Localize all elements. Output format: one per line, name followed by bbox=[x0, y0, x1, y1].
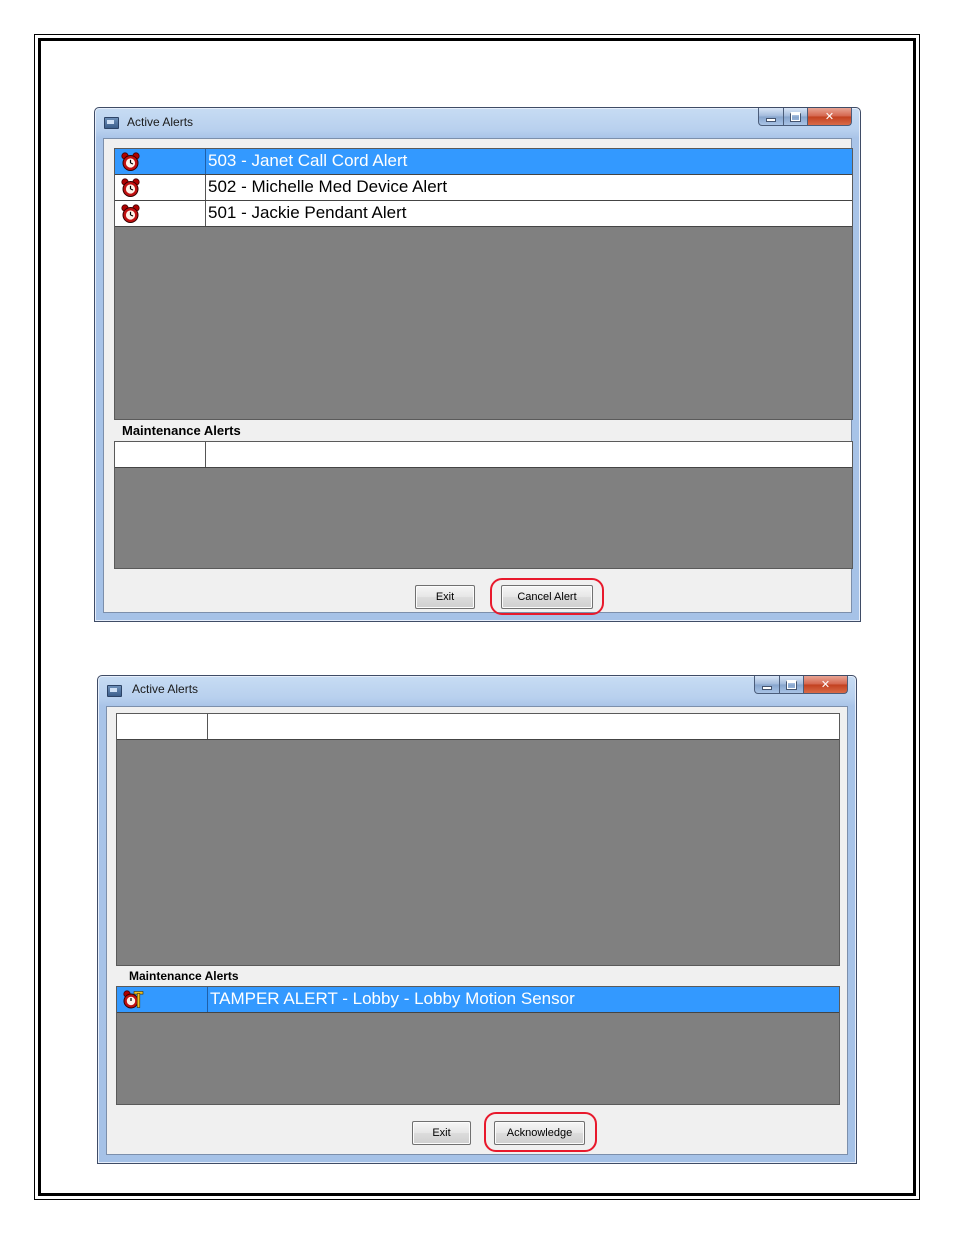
minimize-icon bbox=[766, 117, 776, 122]
maintenance-alerts-list[interactable] bbox=[114, 441, 853, 569]
maximize-icon bbox=[786, 679, 797, 690]
tamper-alarm-icon bbox=[123, 990, 144, 1009]
maintenance-alert-label: TAMPER ALERT - Lobby - Lobby Motion Sens… bbox=[210, 989, 575, 1008]
empty-list-row[interactable] bbox=[117, 714, 839, 740]
minimize-button[interactable] bbox=[754, 676, 780, 694]
active-alerts-window: Active Alerts ✕ Maintenance Alerts TAMPE… bbox=[97, 675, 857, 1164]
list-item[interactable]: 502 - Michelle Med Device Alert bbox=[115, 175, 852, 201]
active-alerts-list[interactable]: 503 - Janet Call Cord Alert 502 - Michel… bbox=[114, 148, 853, 420]
window-title: Active Alerts bbox=[127, 115, 194, 129]
window-title: Active Alerts bbox=[132, 682, 199, 696]
maintenance-alerts-label: Maintenance Alerts bbox=[122, 423, 241, 438]
close-icon: ✕ bbox=[820, 679, 831, 691]
app-icon bbox=[107, 685, 122, 697]
list-item[interactable]: 501 - Jackie Pendant Alert bbox=[115, 201, 852, 227]
icon-cell bbox=[117, 987, 208, 1012]
exit-button[interactable]: Exit bbox=[412, 1121, 471, 1145]
title-bar[interactable]: Active Alerts ✕ bbox=[95, 108, 860, 138]
active-alerts-list[interactable] bbox=[116, 713, 840, 966]
alarm-clock-icon bbox=[121, 178, 140, 197]
empty-label-cell bbox=[206, 442, 852, 467]
icon-cell bbox=[115, 201, 206, 226]
list-item[interactable]: TAMPER ALERT - Lobby - Lobby Motion Sens… bbox=[117, 987, 839, 1013]
close-button[interactable]: ✕ bbox=[804, 676, 848, 694]
close-icon: ✕ bbox=[824, 111, 835, 123]
window-client-area: 503 - Janet Call Cord Alert 502 - Michel… bbox=[103, 138, 853, 615]
app-icon bbox=[104, 117, 119, 129]
window-client-area: Maintenance Alerts TAMPER ALERT - Lobby … bbox=[106, 706, 848, 1155]
icon-cell bbox=[115, 442, 206, 467]
active-alerts-window: Active Alerts ✕ 503 - Janet Call Cord Al… bbox=[94, 107, 861, 622]
highlight-circle bbox=[490, 578, 604, 615]
maintenance-alerts-label: Maintenance Alerts bbox=[129, 969, 239, 983]
close-button[interactable]: ✕ bbox=[808, 108, 852, 126]
icon-cell bbox=[117, 714, 208, 739]
alert-label: 502 - Michelle Med Device Alert bbox=[208, 177, 448, 196]
maximize-icon bbox=[790, 111, 801, 122]
maintenance-alerts-list[interactable]: TAMPER ALERT - Lobby - Lobby Motion Sens… bbox=[116, 986, 840, 1105]
icon-cell bbox=[115, 149, 206, 174]
alert-label: 501 - Jackie Pendant Alert bbox=[208, 203, 407, 222]
icon-cell bbox=[115, 175, 206, 200]
alarm-clock-icon bbox=[121, 204, 140, 223]
minimize-button[interactable] bbox=[758, 108, 784, 126]
title-bar[interactable]: Active Alerts ✕ bbox=[98, 676, 856, 706]
minimize-icon bbox=[762, 685, 772, 690]
list-item[interactable]: 503 - Janet Call Cord Alert bbox=[115, 149, 852, 175]
empty-label-cell bbox=[208, 714, 839, 739]
maximize-button[interactable] bbox=[784, 108, 808, 126]
alarm-clock-icon bbox=[121, 152, 140, 171]
highlight-circle bbox=[484, 1112, 597, 1152]
maximize-button[interactable] bbox=[780, 676, 804, 694]
exit-button[interactable]: Exit bbox=[415, 585, 475, 609]
empty-list-row[interactable] bbox=[115, 442, 852, 468]
alert-label: 503 - Janet Call Cord Alert bbox=[208, 151, 408, 170]
